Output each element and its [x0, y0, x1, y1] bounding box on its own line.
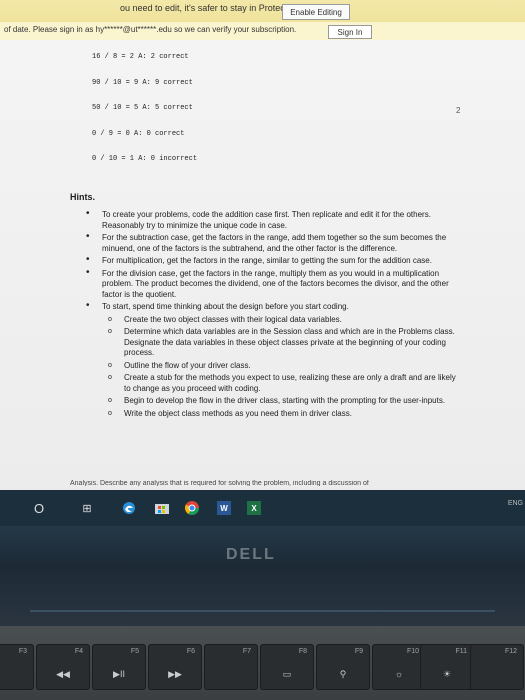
key-label: F11 — [455, 648, 467, 655]
hint-item: To start, spend time thinking about the … — [86, 301, 458, 420]
key-glyph: ⚲ — [339, 669, 347, 679]
keyboard-function-row: F3 F4 ◀◀ F5 ▶II F6 ▶▶ F7 F8 ▭ F9 ⚲ F10 ☼ F11 ☀ … — [0, 626, 525, 700]
chrome-icon[interactable] — [182, 498, 202, 518]
code-line: 0 / 9 = 0 A: 0 correct — [92, 129, 185, 138]
subhint-item: Begin to develop the flow in the driver … — [102, 396, 458, 407]
enable-editing-button[interactable]: Enable Editing — [282, 4, 350, 20]
subscription-message: of date. Please sign in as hy******@ut**… — [4, 25, 297, 34]
key-label: F4 — [74, 648, 83, 655]
key-label: F9 — [354, 648, 363, 655]
key-f3[interactable]: F3 — [0, 644, 34, 690]
key-f8[interactable]: F8 ▭ — [260, 644, 314, 690]
hint-item: For the subtraction case, get the factor… — [86, 232, 458, 254]
edge-icon[interactable] — [120, 498, 138, 518]
subhint-item: Create the two object classes with their… — [102, 315, 458, 326]
store-icon[interactable] — [152, 498, 172, 518]
key-label: F6 — [186, 648, 195, 655]
protected-view-bar: ou need to edit, it's safer to stay in P… — [0, 0, 525, 23]
code-line: 16 / 8 = 2 A: 2 correct — [92, 53, 189, 61]
key-f5[interactable]: F5 ▶II — [92, 644, 146, 690]
key-glyph: ☼ — [394, 669, 404, 679]
subhint-item: Determine which data variables are in th… — [102, 327, 458, 359]
key-glyph: ▶▶ — [168, 669, 182, 679]
laptop-hinge — [30, 610, 495, 612]
key-label: F5 — [130, 648, 139, 655]
key-glyph: ▭ — [282, 669, 292, 679]
hint-text: To start, spend time thinking about the … — [102, 302, 349, 311]
key-f4[interactable]: F4 ◀◀ — [36, 644, 90, 690]
key-glyph: ◀◀ — [56, 669, 70, 679]
code-line: 90 / 10 = 9 A: 9 correct — [92, 78, 193, 87]
dell-logo: DELL — [226, 546, 276, 563]
page-number: 2 — [456, 106, 461, 115]
hint-item: To create your problems, code the additi… — [86, 209, 458, 231]
key-f10[interactable]: F10 ☼ — [372, 644, 426, 690]
key-glyph: ▶II — [113, 669, 125, 679]
system-tray-language[interactable]: ENG — [508, 500, 523, 507]
subhints-list: Create the two object classes with their… — [102, 315, 458, 420]
excel-icon[interactable]: X — [244, 498, 264, 518]
key-label: F12 — [504, 648, 517, 655]
laptop-bezel: DELL — [0, 526, 525, 626]
hint-item: For multiplication, get the factors in t… — [86, 255, 458, 267]
key-glyph: ☀ — [442, 669, 452, 679]
search-icon[interactable]: O — [30, 498, 48, 518]
code-line: 0 / 10 = 1 A: 0 incorrect — [92, 155, 198, 163]
subscription-bar: of date. Please sign in as hy******@ut**… — [0, 22, 525, 41]
key-label: F3 — [18, 648, 27, 655]
subhint-item: Write the object class methods as you ne… — [102, 409, 458, 420]
excel-icon-letter: X — [247, 501, 261, 515]
code-line: 50 / 10 = 5 A: 5 correct — [92, 104, 193, 112]
key-label: F7 — [242, 648, 251, 655]
word-icon[interactable]: W — [214, 498, 234, 518]
key-f6[interactable]: F6 ▶▶ — [148, 644, 202, 690]
analysis-line: Analysis. Describe any analysis that is … — [70, 480, 369, 486]
subhint-item: Create a stub for the methods you expect… — [102, 373, 458, 394]
document-page: 16 / 8 = 2 A: 2 correct 90 / 10 = 9 A: 9… — [0, 40, 525, 490]
code-output: 16 / 8 = 2 A: 2 correct 90 / 10 = 9 A: 9… — [92, 36, 197, 181]
key-f9[interactable]: F9 ⚲ — [316, 644, 370, 690]
key-f12[interactable]: F12 — [470, 644, 524, 690]
hints-heading: Hints. — [70, 192, 96, 202]
key-label: F8 — [298, 648, 307, 655]
windows-taskbar: O ⊞ W X ENG — [0, 490, 525, 526]
key-f7[interactable]: F7 — [204, 644, 258, 690]
hint-item: For the division case, get the factors i… — [86, 268, 458, 301]
key-f11[interactable]: F11 ☀ — [420, 644, 474, 690]
sign-in-button[interactable]: Sign In — [328, 25, 372, 39]
key-label: F10 — [406, 648, 419, 655]
word-icon-letter: W — [217, 501, 231, 515]
task-view-icon[interactable]: ⊞ — [78, 498, 96, 518]
hints-list: To create your problems, code the additi… — [86, 209, 458, 421]
subhint-item: Outline the flow of your driver class. — [102, 361, 458, 372]
